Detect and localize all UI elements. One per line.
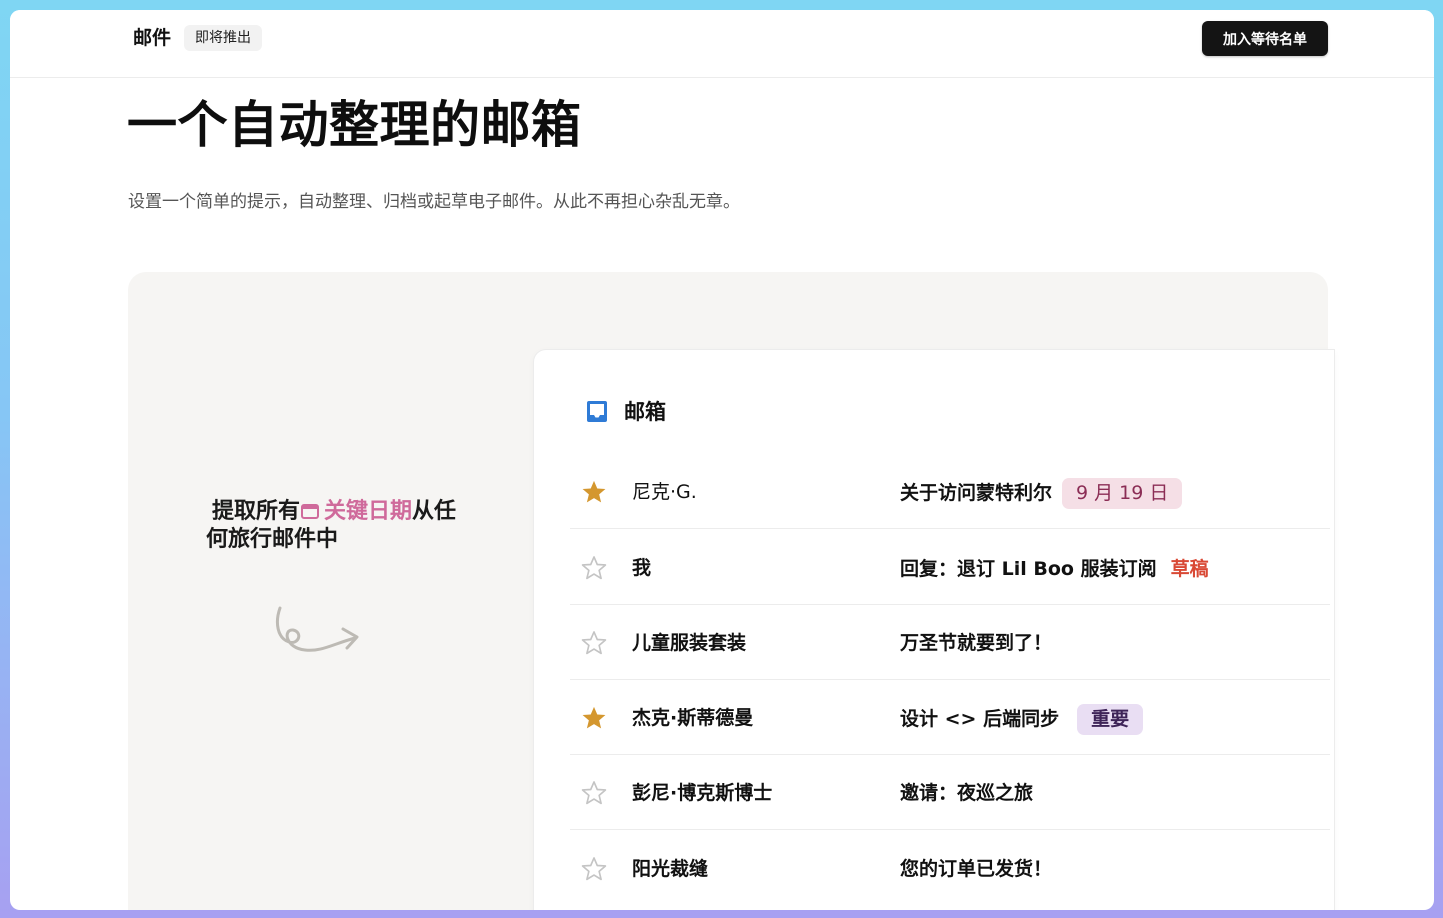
top-navigation-bar: 邮件 即将推出 加入等待名单 <box>10 10 1434 78</box>
star-filled-icon[interactable] <box>580 478 608 506</box>
email-subject-text: 设计 <> 后端同步 <box>900 708 1060 730</box>
email-row[interactable]: 我 回复：退订 Lil Boo 服装订阅 草稿 <box>570 530 1330 605</box>
email-subject-text: 回复：退订 Lil Boo 服装订阅 <box>900 558 1157 580</box>
coming-soon-badge: 即将推出 <box>184 25 262 51</box>
brand-logo-text[interactable]: 邮件 <box>133 25 171 51</box>
star-outline-icon[interactable] <box>580 629 608 657</box>
app-window: 邮件 即将推出 加入等待名单 一个自动整理的邮箱 设置一个简单的提示，自动整理、… <box>10 10 1434 910</box>
inbox-tray-icon <box>587 401 607 422</box>
email-sender: 我 <box>632 557 652 579</box>
page-title: 一个自动整理的邮箱 <box>127 96 582 154</box>
email-subject: 回复：退订 Lil Boo 服装订阅 草稿 <box>900 554 1209 585</box>
calendar-icon <box>301 504 320 519</box>
email-subject: 您的订单已发货！ <box>900 855 1052 883</box>
inbox-card: 邮箱 尼克·G. 关于访问蒙特利尔 9 月 19 日 我 回复：退订 Lil Bo… <box>534 350 1334 910</box>
email-row[interactable]: 儿童服装套装 万圣节就要到了！ <box>570 605 1330 680</box>
email-subject-text: 您的订单已发货！ <box>900 858 1053 880</box>
feature-suffix: 从任 <box>412 499 457 524</box>
date-tag: 9 月 19 日 <box>1062 478 1183 509</box>
curly-arrow-icon <box>275 606 359 652</box>
email-row[interactable]: 阳光裁缝 您的订单已发货！ <box>570 831 1330 906</box>
email-sender: 杰克·斯蒂德曼 <box>632 707 754 729</box>
email-row[interactable]: 彭尼·博克斯博士 邀请：夜巡之旅 <box>570 755 1330 830</box>
page-subtitle: 设置一个简单的提示，自动整理、归档或起草电子邮件。从此不再担心杂乱无章。 <box>128 192 740 212</box>
email-row[interactable]: 杰克·斯蒂德曼 设计 <> 后端同步 重要 <box>570 680 1330 755</box>
star-outline-icon[interactable] <box>580 855 608 883</box>
email-subject-text: 关于访问蒙特利尔 <box>900 482 1053 504</box>
star-outline-icon[interactable] <box>580 554 608 582</box>
draft-tag: 草稿 <box>1170 558 1209 580</box>
star-outline-icon[interactable] <box>580 779 608 807</box>
feature-highlight-text: 关键日期 <box>324 499 413 524</box>
feature-prefix: 提取所有 <box>212 499 301 524</box>
feature-caption-line-2: 何旅行邮件中 <box>206 527 339 552</box>
email-subject-text: 邀请：夜巡之旅 <box>900 782 1034 804</box>
email-sender: 阳光裁缝 <box>632 858 709 880</box>
email-sender: 尼克·G. <box>632 481 697 503</box>
email-sender: 彭尼·博克斯博士 <box>632 782 773 804</box>
important-tag: 重要 <box>1077 704 1144 735</box>
email-subject: 设计 <> 后端同步 重要 <box>900 704 1144 735</box>
email-subject: 邀请：夜巡之旅 <box>900 779 1033 807</box>
demo-panel: 提取所有 关键日期从任 何旅行邮件中 邮箱 尼克·G. 关于访问蒙特利尔 9 月 1… <box>128 272 1334 910</box>
email-subject: 关于访问蒙特利尔 9 月 19 日 <box>900 478 1183 509</box>
inbox-header: 邮箱 <box>584 396 666 426</box>
email-subject-text: 万圣节就要到了！ <box>900 632 1053 654</box>
feature-caption: 提取所有 关键日期从任 何旅行邮件中 <box>206 498 526 554</box>
email-row[interactable]: 尼克·G. 关于访问蒙特利尔 9 月 19 日 <box>570 454 1330 529</box>
email-sender: 儿童服装套装 <box>632 632 747 654</box>
inbox-title: 邮箱 <box>624 400 666 424</box>
join-waitlist-button[interactable]: 加入等待名单 <box>1202 21 1328 56</box>
star-filled-icon[interactable] <box>580 704 608 732</box>
feature-highlight: 关键日期 <box>300 499 412 524</box>
feature-caption-line-1: 提取所有 关键日期从任 <box>206 498 526 526</box>
email-subject: 万圣节就要到了！ <box>900 629 1052 657</box>
